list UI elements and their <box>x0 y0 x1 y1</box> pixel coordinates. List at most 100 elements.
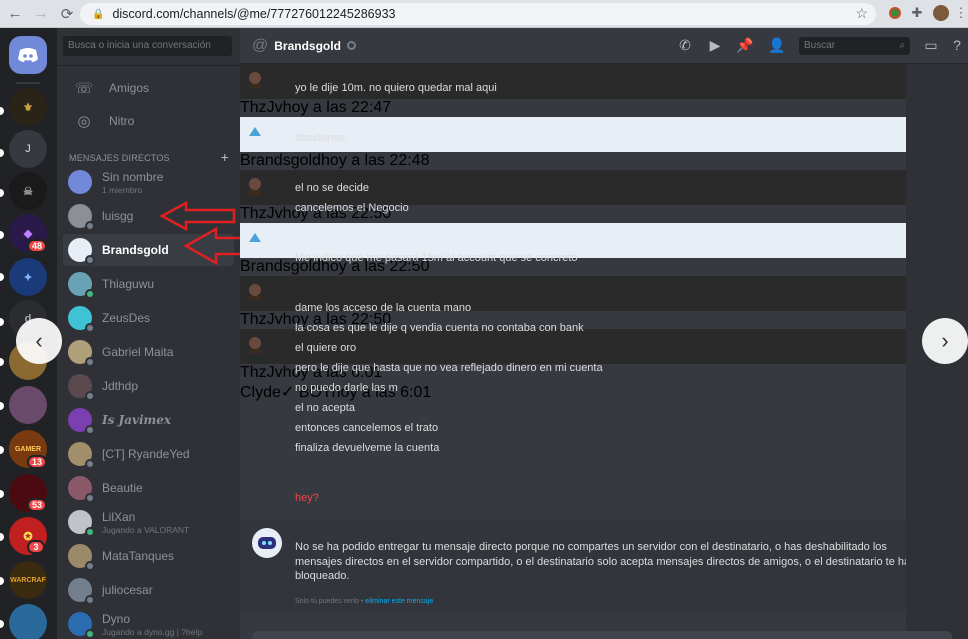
message-text: yo le dije 10m. no quiero quedar mal aqu… <box>295 82 497 94</box>
avatar <box>68 510 95 537</box>
create-dm-icon[interactable]: + <box>221 149 229 165</box>
message-text: hey? <box>295 492 319 504</box>
avatar <box>68 170 92 194</box>
dm-item[interactable]: Sin nombre 1 miembro <box>63 166 234 198</box>
nitro-icon: ◎ <box>77 113 91 130</box>
server-icon[interactable]: ⚜ <box>9 88 47 126</box>
browser-toolbar: ← → ⟳ 🔒 discord.com/channels/@me/7772760… <box>0 0 968 28</box>
annotation-arrows <box>159 200 240 266</box>
message-author[interactable]: ThzJv <box>240 99 283 116</box>
dm-subtitle: Jugando a VALORANT <box>102 524 190 535</box>
avatar <box>68 442 95 469</box>
status-indicator <box>85 323 95 333</box>
avatar <box>68 238 95 265</box>
url-text: discord.com/channels/@me/777276012245286… <box>112 7 396 21</box>
dm-item[interactable]: Jdthdp <box>63 370 234 402</box>
message-text: dame los acceso de la cuenta mano <box>295 302 472 314</box>
extensions-puzzle-icon[interactable]: ✚ <box>908 4 926 22</box>
dm-item[interactable]: Beautie <box>63 472 234 504</box>
carousel-prev-button[interactable]: ‹ <box>16 318 62 364</box>
profile-avatar[interactable] <box>932 4 950 22</box>
forward-button[interactable]: → <box>28 2 54 26</box>
annotation-arrow <box>159 200 236 232</box>
dm-name: MataTanques <box>102 549 175 563</box>
dm-item[interactable]: [CT] RyandeYed <box>63 438 234 470</box>
friends-nav[interactable]: ☏ Amigos <box>65 73 233 103</box>
status-indicator <box>85 391 95 401</box>
server-icon[interactable] <box>9 604 47 639</box>
unread-badge: 3 <box>27 540 45 554</box>
clyde-avatar[interactable] <box>252 528 282 558</box>
dm-search-input[interactable]: Busca o inicia una conversación <box>63 36 232 56</box>
avatar <box>68 476 95 503</box>
message-author[interactable]: ThzJv <box>240 311 283 328</box>
ephemeral-label: Solo tú puedes verlo • <box>295 598 364 605</box>
avatar <box>68 204 95 231</box>
message-text: Me indico que me pasara 15m al account q… <box>295 252 578 264</box>
pin-icon[interactable]: 📌 <box>736 37 754 54</box>
dm-name: Is Javimex <box>102 413 172 427</box>
bookmark-star-icon[interactable]: ☆ <box>855 5 868 22</box>
chat-title: Brandsgold <box>274 38 341 53</box>
server-icon[interactable]: ✦ <box>9 258 47 296</box>
dm-sidebar: Busca o inicia una conversación ☏ Amigos… <box>57 28 240 639</box>
status-indicator <box>85 255 95 265</box>
dismiss-message-link[interactable]: eliminar este mensaje <box>365 598 433 605</box>
nitro-label: Nitro <box>109 114 135 128</box>
avatar <box>68 544 95 571</box>
discord-home-icon[interactable] <box>9 36 47 74</box>
dm-item[interactable]: ZeusDes <box>63 302 234 334</box>
server-icon[interactable]: WARCRAF <box>9 561 47 599</box>
status-indicator <box>85 561 95 571</box>
message-header: Brandsgoldhoy a las 22:48 <box>240 152 906 170</box>
unread-badge: 13 <box>27 455 48 469</box>
avatar <box>68 612 95 639</box>
server-icon[interactable] <box>9 386 47 424</box>
reload-button[interactable]: ⟳ <box>54 2 80 26</box>
help-icon[interactable]: ? <box>948 37 966 53</box>
status-indicator <box>85 595 95 605</box>
unread-badge: 53 <box>27 498 48 512</box>
dm-item[interactable]: Gabriel Maita <box>63 336 234 368</box>
dm-name: Sin nombre <box>102 169 164 184</box>
dm-item[interactable]: LilXan Jugando a VALORANT <box>63 506 234 538</box>
message-header: ThzJvhoy a las 22:47 <box>240 99 906 117</box>
status-indicator <box>85 493 95 503</box>
extension-icon[interactable] <box>886 4 904 22</box>
message-timestamp: hoy a las 22:48 <box>320 152 430 169</box>
message-text: el quiere oro <box>295 342 357 354</box>
message-author[interactable]: Brandsgold <box>240 152 321 169</box>
dm-name: LilXan <box>102 509 136 524</box>
message-author[interactable]: ThzJv <box>240 364 283 381</box>
address-bar[interactable]: 🔒 discord.com/channels/@me/7772760122452… <box>80 3 876 25</box>
browser-menu-icon[interactable]: ⋮ <box>952 4 968 22</box>
video-icon[interactable]: ▶ <box>706 37 724 54</box>
message-text: finaliza devuelveme la cuenta <box>295 442 440 454</box>
dm-item[interactable]: MataTanques <box>63 540 234 572</box>
server-icon[interactable]: ☠ <box>9 172 47 210</box>
inbox-icon[interactable]: ▭ <box>922 37 940 54</box>
dm-name: Gabriel Maita <box>102 345 174 359</box>
dm-item[interactable]: juliocesar <box>63 574 234 606</box>
dm-subtitle: Jugando a dyno.gg | ?help <box>102 626 203 637</box>
server-icon-j[interactable]: J <box>9 130 47 168</box>
chat-area: @ Brandsgold ✆ ▶ 📌 👤 Buscar ⌕ ▭ ? ThzJvh… <box>240 28 968 639</box>
dm-item[interactable]: Is Javimex <box>63 404 234 436</box>
carousel-next-button[interactable]: › <box>922 318 968 364</box>
message-author[interactable]: ThzJv <box>240 205 283 222</box>
chat-search-placeholder: Buscar <box>804 40 836 51</box>
message-text: el no acepta <box>295 402 355 414</box>
dm-item[interactable]: Dyno Jugando a dyno.gg | ?help <box>63 608 234 639</box>
add-friend-icon[interactable]: 👤 <box>768 37 786 54</box>
status-indicator <box>85 425 95 435</box>
annotation-arrow <box>183 226 240 266</box>
message-composer[interactable] <box>252 631 952 639</box>
back-button[interactable]: ← <box>2 2 28 26</box>
offline-status-icon <box>346 41 356 50</box>
chat-search-input[interactable]: Buscar ⌕ <box>799 37 910 55</box>
nitro-nav[interactable]: ◎ Nitro <box>65 106 233 136</box>
dm-header-label: MENSAJES DIRECTOS <box>69 153 170 163</box>
message-author[interactable]: Clyde <box>240 384 281 401</box>
status-indicator <box>85 527 95 537</box>
call-icon[interactable]: ✆ <box>676 37 694 54</box>
